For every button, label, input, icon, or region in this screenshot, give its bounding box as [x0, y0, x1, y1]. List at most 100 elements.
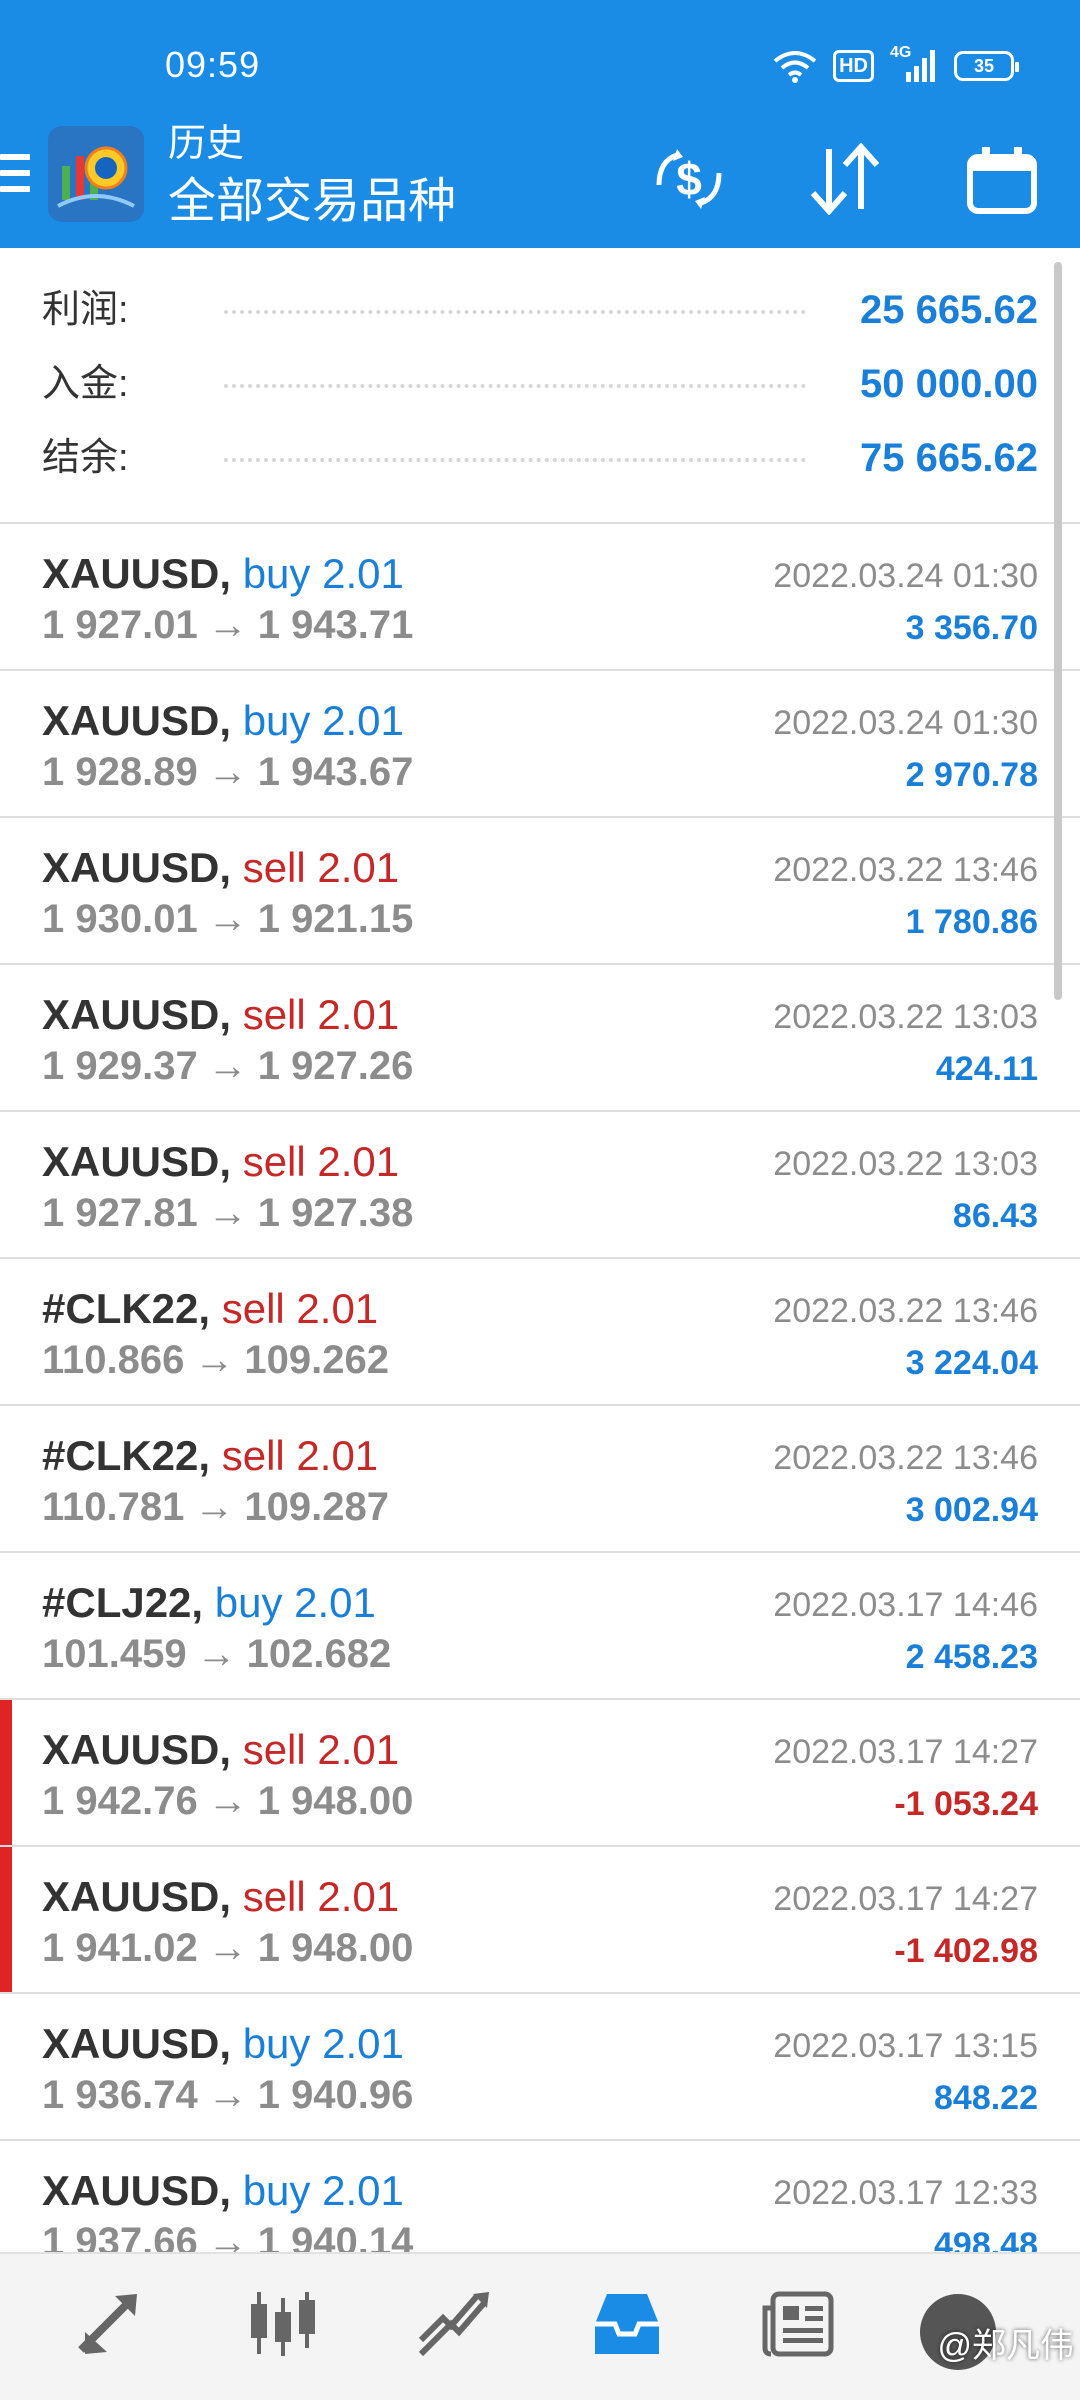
- bottom-navigation: @郑凡伟: [0, 2252, 1080, 2400]
- trade-title: XAUUSD, sell 2.01: [42, 1724, 399, 1776]
- trade-profit: 3 356.70: [905, 609, 1038, 647]
- hd-label: HD: [839, 55, 868, 77]
- trade-prices: 1 929.37 → 1 927.26: [42, 1041, 413, 1091]
- trade-time: 2022.03.22 13:03: [773, 1145, 1038, 1183]
- trade-icon[interactable]: [400, 2274, 510, 2374]
- open-price: 1 929.37: [42, 1044, 198, 1088]
- deposit-label: 入金:: [42, 363, 129, 405]
- trade-row[interactable]: #CLJ22, buy 2.01 101.459 → 102.682 2022.03…: [0, 1553, 1080, 1700]
- menu-icon[interactable]: [0, 150, 32, 200]
- deposit-value: 50 000.00: [860, 362, 1038, 406]
- trade-row[interactable]: XAUUSD, buy 2.01 1 927.01 → 1 943.71 2022.…: [0, 524, 1080, 671]
- open-price: 1 942.76: [42, 1779, 198, 1823]
- trade-symbol: XAUUSD,: [42, 1138, 232, 1185]
- arrow-icon: →: [207, 897, 248, 941]
- profit-value: 25 665.62: [860, 288, 1038, 332]
- symbol-filter-title[interactable]: 全部交易品种: [168, 172, 456, 232]
- trade-row[interactable]: #CLK22, sell 2.01 110.866 → 109.262 2022.0…: [0, 1259, 1080, 1406]
- close-price: 102.682: [246, 1632, 392, 1676]
- news-icon[interactable]: [744, 2274, 854, 2374]
- arrow-icon: →: [207, 2073, 248, 2117]
- status-bar: 09:59 HD 4G 35: [0, 0, 1080, 120]
- arrow-icon: →: [194, 1338, 235, 1382]
- trade-row[interactable]: XAUUSD, buy 2.01 1 937.66 → 1 940.14 2022.…: [0, 2141, 1080, 2252]
- open-price: 1 927.81: [42, 1191, 198, 1235]
- arrow-icon: →: [207, 1191, 248, 1235]
- trade-row[interactable]: #CLK22, sell 2.01 110.781 → 109.287 2022.0…: [0, 1406, 1080, 1553]
- trade-profit: 848.22: [934, 2079, 1038, 2117]
- trade-time: 2022.03.22 13:03: [773, 998, 1038, 1036]
- arrow-icon: →: [194, 1485, 235, 1529]
- trade-profit: 2 970.78: [905, 756, 1038, 794]
- arrow-icon: →: [196, 1632, 237, 1676]
- trade-prices: 1 927.01 → 1 943.71: [42, 600, 413, 650]
- trade-row[interactable]: XAUUSD, sell 2.01 1 942.76 → 1 948.00 2022…: [0, 1700, 1080, 1847]
- balance-value: 75 665.62: [860, 436, 1038, 480]
- trade-profit: 86.43: [952, 1197, 1038, 1235]
- arrow-icon: →: [207, 2220, 248, 2252]
- sort-icon[interactable]: [800, 134, 890, 224]
- trade-title: XAUUSD, sell 2.01: [42, 1136, 399, 1188]
- trade-profit: 498.48: [934, 2226, 1038, 2252]
- trade-time: 2022.03.17 12:33: [773, 2174, 1038, 2212]
- trade-symbol: XAUUSD,: [42, 991, 232, 1038]
- trade-side: buy 2.01: [214, 1579, 376, 1626]
- trade-title: XAUUSD, buy 2.01: [42, 695, 404, 747]
- quotes-icon[interactable]: [56, 2274, 166, 2374]
- trade-side: buy 2.01: [242, 550, 404, 597]
- wifi-icon: [773, 49, 817, 83]
- trade-side: sell 2.01: [242, 991, 400, 1038]
- account-summary: 利润: 25 665.62 入金: 50 000.00 结余: 75 665.6…: [0, 248, 1080, 524]
- trade-title: XAUUSD, buy 2.01: [42, 548, 404, 600]
- trade-row[interactable]: XAUUSD, buy 2.01 1 928.89 → 1 943.67 2022.…: [0, 671, 1080, 818]
- open-price: 1 927.01: [42, 603, 198, 647]
- trade-symbol: XAUUSD,: [42, 1726, 232, 1773]
- trade-row[interactable]: XAUUSD, sell 2.01 1 929.37 → 1 927.26 2022…: [0, 965, 1080, 1112]
- history-icon[interactable]: [572, 2274, 682, 2374]
- trade-row[interactable]: XAUUSD, sell 2.01 1 930.01 → 1 921.15 2022…: [0, 818, 1080, 965]
- open-price: 110.781: [42, 1485, 185, 1529]
- calendar-icon[interactable]: [957, 134, 1047, 224]
- trade-symbol: XAUUSD,: [42, 1873, 232, 1920]
- close-price: 1 943.71: [257, 603, 414, 647]
- trade-side: sell 2.01: [242, 1873, 400, 1920]
- trade-profit: 2 458.23: [905, 1638, 1038, 1676]
- trade-time: 2022.03.24 01:30: [773, 557, 1038, 595]
- scrollbar[interactable]: [1054, 262, 1062, 1000]
- trade-side: sell 2.01: [242, 844, 400, 891]
- trade-title: #CLK22, sell 2.01: [42, 1283, 378, 1335]
- trade-row[interactable]: XAUUSD, sell 2.01 1 927.81 → 1 927.38 2022…: [0, 1112, 1080, 1259]
- currency-exchange-icon[interactable]: $: [644, 134, 734, 224]
- trade-prices: 110.781 → 109.287: [42, 1482, 389, 1532]
- status-time: 09:59: [165, 44, 261, 85]
- close-price: 1 943.67: [257, 750, 414, 794]
- balance-label: 结余:: [42, 437, 129, 479]
- trade-prices: 1 928.89 → 1 943.67: [42, 747, 413, 797]
- chart-icon[interactable]: [228, 2274, 338, 2374]
- svg-text:$: $: [676, 153, 702, 205]
- close-price: 1 948.00: [257, 1926, 414, 1970]
- trade-title: XAUUSD, buy 2.01: [42, 2018, 404, 2070]
- trade-symbol: XAUUSD,: [42, 844, 232, 891]
- trade-side: sell 2.01: [242, 1138, 400, 1185]
- trade-profit: 1 780.86: [905, 903, 1038, 941]
- trade-time: 2022.03.22 13:46: [773, 1439, 1038, 1477]
- trade-side: buy 2.01: [242, 697, 404, 744]
- trade-row[interactable]: XAUUSD, sell 2.01 1 941.02 → 1 948.00 2022…: [0, 1847, 1080, 1994]
- open-price: 1 928.89: [42, 750, 198, 794]
- trade-symbol: XAUUSD,: [42, 697, 232, 744]
- trade-side: sell 2.01: [221, 1432, 379, 1479]
- trade-side: sell 2.01: [242, 1726, 400, 1773]
- trade-row[interactable]: XAUUSD, buy 2.01 1 936.74 → 1 940.96 2022.…: [0, 1994, 1080, 2141]
- arrow-icon: →: [207, 1044, 248, 1088]
- trade-history-list[interactable]: XAUUSD, buy 2.01 1 927.01 → 1 943.71 2022.…: [0, 524, 1080, 2252]
- trade-title: XAUUSD, buy 2.01: [42, 2165, 404, 2217]
- trade-symbol: XAUUSD,: [42, 2020, 232, 2067]
- leader-dots: [224, 384, 806, 388]
- close-price: 1 927.26: [257, 1044, 414, 1088]
- leader-dots: [224, 458, 806, 462]
- trade-side: buy 2.01: [242, 2167, 404, 2214]
- trade-title: #CLK22, sell 2.01: [42, 1430, 378, 1482]
- balance-row: 结余: 75 665.62: [42, 428, 1038, 488]
- app-logo: [48, 126, 144, 222]
